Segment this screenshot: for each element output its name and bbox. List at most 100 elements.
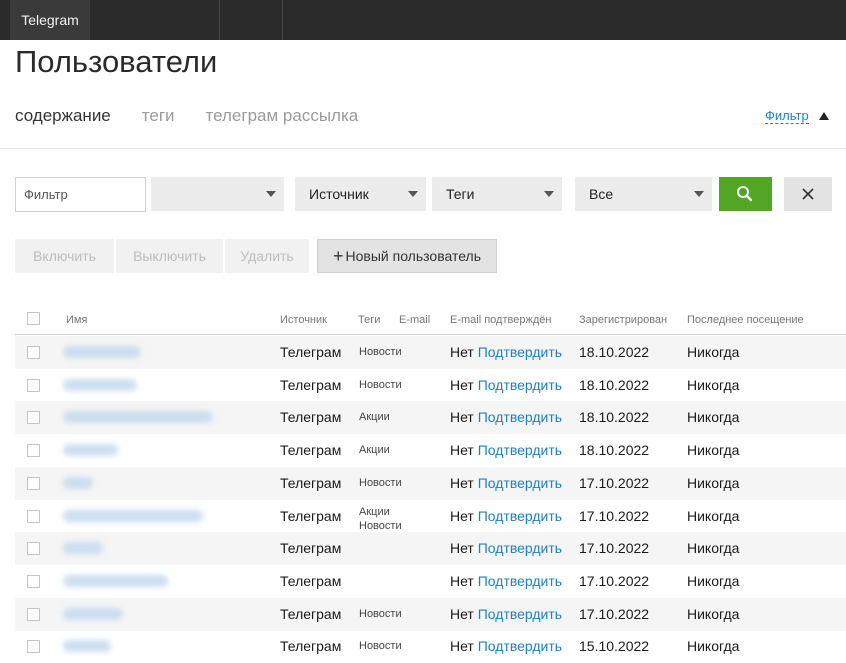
source-cell: Телеграм <box>280 344 342 360</box>
table-row[interactable]: Телеграм Новости Нет Подтвердить 18.10.2022… <box>15 336 846 369</box>
user-name-blurred[interactable] <box>63 411 213 424</box>
section-tabs: содержание теги телеграм рассылка <box>15 106 358 130</box>
source-cell: Телеграм <box>280 605 342 622</box>
last-visit-cell: Никогда <box>687 409 740 426</box>
email-confirmed-cell: Нет Подтвердить <box>450 442 562 458</box>
user-name-blurred[interactable] <box>63 640 111 653</box>
confirm-link[interactable]: Подтвердить <box>478 409 562 425</box>
topbar-divider <box>282 0 283 40</box>
row-checkbox[interactable] <box>27 607 40 621</box>
tab-tags[interactable]: теги <box>142 106 175 130</box>
table-row[interactable]: Телеграм Акции Нет Подтвердить 18.10.2022 Ни… <box>15 434 846 467</box>
clear-filter-button[interactable] <box>784 177 832 211</box>
email-confirmed-cell: Нет Подтвердить <box>450 573 562 589</box>
confirm-link[interactable]: Подтвердить <box>478 508 562 524</box>
tags-cell: Новости <box>359 607 402 621</box>
filter-select-source[interactable]: Источник <box>295 177 426 211</box>
confirmed-status: Нет <box>450 638 474 655</box>
row-checkbox[interactable] <box>27 542 40 556</box>
email-confirmed-cell: Нет Подтвердить <box>450 377 562 393</box>
confirm-link[interactable]: Подтвердить <box>478 442 562 458</box>
row-checkbox[interactable] <box>27 444 40 458</box>
user-name-blurred[interactable] <box>63 509 203 522</box>
triangle-up-icon[interactable] <box>819 112 829 120</box>
search-button[interactable] <box>719 177 772 211</box>
confirm-link[interactable]: Подтвердить <box>478 344 562 360</box>
filter-select-empty[interactable] <box>151 177 284 211</box>
filter-select-tags[interactable]: Теги <box>432 177 562 211</box>
filter-toggle-label[interactable]: Фильтр <box>765 108 809 124</box>
confirm-link[interactable]: Подтвердить <box>478 540 562 556</box>
column-header-email[interactable]: E-mail <box>399 314 430 326</box>
table-row[interactable]: Телеграм Новости Нет Подтвердить 18.10.2022… <box>15 369 846 402</box>
tab-telegram-mailing[interactable]: телеграм рассылка <box>206 106 359 130</box>
confirm-link[interactable]: Подтвердить <box>478 573 562 589</box>
tab-content[interactable]: содержание <box>15 106 111 130</box>
user-name-blurred[interactable] <box>63 444 118 457</box>
chevron-down-icon <box>408 191 418 197</box>
filter-toggle[interactable]: Фильтр <box>765 108 829 128</box>
tag-label: Акции <box>359 444 390 457</box>
email-confirmed-cell: Нет Подтвердить <box>450 475 562 491</box>
email-confirmed-cell: Нет Подтвердить <box>450 344 562 360</box>
last-visit-cell: Никогда <box>687 572 740 589</box>
tags-cell: Акции <box>359 410 390 424</box>
source-cell: Телеграм <box>280 442 342 459</box>
confirm-link[interactable]: Подтвердить <box>478 638 562 654</box>
column-header-source[interactable]: Источник <box>280 314 327 326</box>
enable-button[interactable]: Включить <box>15 239 114 273</box>
topbar-divider <box>219 0 220 40</box>
filter-select-tags-value: Теги <box>446 186 475 202</box>
disable-button[interactable]: Выключить <box>116 239 223 273</box>
column-header-last-visit[interactable]: Последнее посещение <box>687 314 804 326</box>
tag-label: Новости <box>359 476 402 489</box>
row-checkbox[interactable] <box>27 574 40 588</box>
table-row[interactable]: Телеграм Нет Подтвердить 17.10.2022 Никогда <box>15 565 846 598</box>
column-header-name[interactable]: Имя <box>66 314 87 326</box>
filter-select-all[interactable]: Все <box>575 177 712 211</box>
new-user-button[interactable]: + Новый пользователь <box>317 239 497 273</box>
table-row[interactable]: Телеграм Акции Новости Нет Подтвердить 17.10… <box>15 500 846 533</box>
column-header-registered[interactable]: Зарегистрирован <box>579 314 667 326</box>
last-visit-cell: Никогда <box>687 638 740 655</box>
tag-label: Акции <box>359 411 390 424</box>
user-name-blurred[interactable] <box>63 542 103 555</box>
column-header-email-confirmed[interactable]: E-mail подтверждён <box>450 314 551 326</box>
source-cell: Телеграм <box>280 638 342 655</box>
column-header-tags[interactable]: Теги <box>358 314 380 326</box>
confirm-link[interactable]: Подтвердить <box>478 377 562 393</box>
source-cell: Телеграм <box>280 474 342 491</box>
tab-telegram[interactable]: Telegram <box>10 0 90 40</box>
confirmed-status: Нет <box>450 605 474 622</box>
user-name-blurred[interactable] <box>63 574 168 587</box>
user-name-blurred[interactable] <box>63 607 123 620</box>
row-checkbox[interactable] <box>27 509 40 523</box>
row-checkbox[interactable] <box>27 640 40 654</box>
header-divider <box>0 148 846 149</box>
email-confirmed-cell: Нет Подтвердить <box>450 606 562 622</box>
last-visit-cell: Никогда <box>687 376 740 393</box>
row-checkbox[interactable] <box>27 346 40 359</box>
confirm-link[interactable]: Подтвердить <box>478 606 562 622</box>
tags-cell: Новости <box>359 639 402 653</box>
filter-text-input[interactable] <box>15 177 146 212</box>
registered-cell: 17.10.2022 <box>579 507 650 524</box>
user-name-blurred[interactable] <box>63 346 141 358</box>
row-checkbox[interactable] <box>27 378 40 392</box>
user-name-blurred[interactable] <box>63 378 137 391</box>
plus-icon: + <box>333 246 344 266</box>
user-name-blurred[interactable] <box>63 476 93 489</box>
table-row[interactable]: Телеграм Нет Подтвердить 17.10.2022 Никогда <box>15 532 846 566</box>
select-all-checkbox[interactable] <box>27 312 40 325</box>
table-row[interactable]: Телеграм Новости Нет Подтвердить 15.10.2022… <box>15 630 846 663</box>
row-checkbox[interactable] <box>27 476 40 490</box>
table-row[interactable]: Телеграм Акции Нет Подтвердить 18.10.2022 Ни… <box>15 401 846 435</box>
table-row[interactable]: Телеграм Новости Нет Подтвердить 17.10.2022… <box>15 466 846 500</box>
confirmed-status: Нет <box>450 344 474 360</box>
delete-button[interactable]: Удалить <box>225 239 309 273</box>
table-row[interactable]: Телеграм Новости Нет Подтвердить 17.10.2022… <box>15 597 846 631</box>
confirm-link[interactable]: Подтвердить <box>478 475 562 491</box>
registered-cell: 17.10.2022 <box>579 572 650 589</box>
tags-cell: Новости <box>359 345 402 359</box>
row-checkbox[interactable] <box>27 411 40 425</box>
